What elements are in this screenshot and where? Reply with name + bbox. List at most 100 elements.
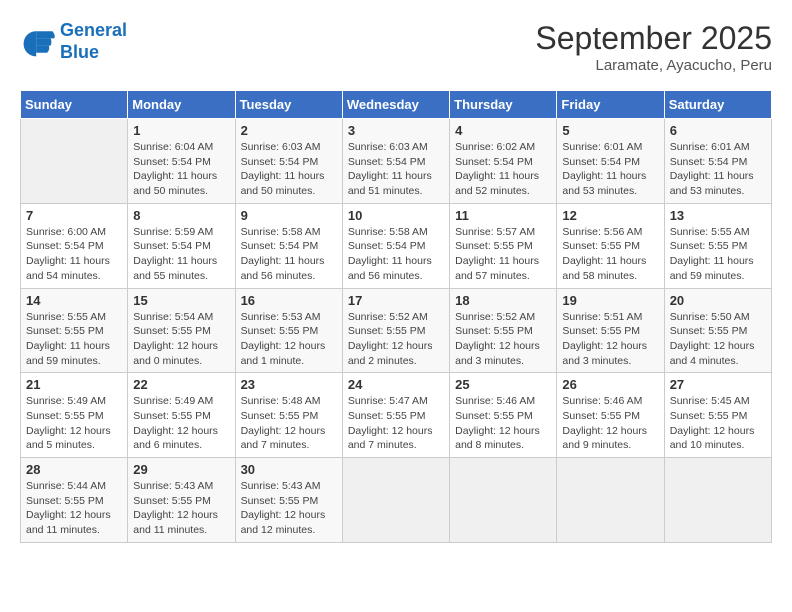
table-row: 30Sunrise: 5:43 AMSunset: 5:55 PMDayligh…	[235, 458, 342, 543]
day-info: Sunrise: 5:49 AMSunset: 5:55 PMDaylight:…	[133, 394, 229, 453]
table-row	[21, 119, 128, 204]
day-number: 9	[241, 208, 337, 223]
day-info: Sunrise: 5:43 AMSunset: 5:55 PMDaylight:…	[133, 479, 229, 538]
day-info: Sunrise: 5:59 AMSunset: 5:54 PMDaylight:…	[133, 225, 229, 284]
day-info: Sunrise: 6:03 AMSunset: 5:54 PMDaylight:…	[241, 140, 337, 199]
day-info: Sunrise: 5:55 AMSunset: 5:55 PMDaylight:…	[670, 225, 766, 284]
weekday-header-wednesday: Wednesday	[342, 91, 449, 119]
subtitle: Laramate, Ayacucho, Peru	[535, 57, 772, 74]
day-info: Sunrise: 5:45 AMSunset: 5:55 PMDaylight:…	[670, 394, 766, 453]
table-row: 15 Sunrise: 5:54 AMSunset: 5:55 PMDayligh…	[128, 288, 235, 373]
day-number: 2	[241, 123, 337, 138]
weekday-header-sunday: Sunday	[21, 91, 128, 119]
table-row: 21 Sunrise: 5:49 AMSunset: 5:55 PMDayligh…	[21, 373, 128, 458]
day-info: Sunrise: 6:01 AMSunset: 5:54 PMDaylight:…	[670, 140, 766, 199]
table-row: 28 Sunrise: 5:44 AMSunset: 5:55 PMDayligh…	[21, 458, 128, 543]
table-row: 5 Sunrise: 6:01 AMSunset: 5:54 PMDaylight…	[557, 119, 664, 204]
table-row: 11Sunrise: 5:57 AMSunset: 5:55 PMDayligh…	[450, 203, 557, 288]
table-row: 2 Sunrise: 6:03 AMSunset: 5:54 PMDaylight…	[235, 119, 342, 204]
table-row: 6 Sunrise: 6:01 AMSunset: 5:54 PMDaylight…	[664, 119, 771, 204]
day-info: Sunrise: 6:00 AMSunset: 5:54 PMDaylight:…	[26, 225, 122, 284]
day-number: 11	[455, 208, 551, 223]
calendar-week-1: 1 Sunrise: 6:04 AMSunset: 5:54 PMDaylight…	[21, 119, 772, 204]
calendar-week-5: 28 Sunrise: 5:44 AMSunset: 5:55 PMDayligh…	[21, 458, 772, 543]
table-row: 26 Sunrise: 5:46 AMSunset: 5:55 PMDayligh…	[557, 373, 664, 458]
title-block: September 2025 Laramate, Ayacucho, Peru	[535, 20, 772, 74]
day-number: 1	[133, 123, 229, 138]
table-row: 13 Sunrise: 5:55 AMSunset: 5:55 PMDayligh…	[664, 203, 771, 288]
table-row: 4Sunrise: 6:02 AMSunset: 5:54 PMDaylight…	[450, 119, 557, 204]
table-row: 20 Sunrise: 5:50 AMSunset: 5:55 PMDayligh…	[664, 288, 771, 373]
day-info: Sunrise: 5:46 AMSunset: 5:55 PMDaylight:…	[562, 394, 658, 453]
table-row: 7 Sunrise: 6:00 AMSunset: 5:54 PMDaylight…	[21, 203, 128, 288]
day-info: Sunrise: 5:48 AMSunset: 5:55 PMDaylight:…	[241, 394, 337, 453]
day-number: 6	[670, 123, 766, 138]
day-info: Sunrise: 6:04 AMSunset: 5:54 PMDaylight:…	[133, 140, 229, 199]
day-info: Sunrise: 5:47 AMSunset: 5:55 PMDaylight:…	[348, 394, 444, 453]
weekday-header-monday: Monday	[128, 91, 235, 119]
weekday-header-tuesday: Tuesday	[235, 91, 342, 119]
day-info: Sunrise: 5:52 AMSunset: 5:55 PMDaylight:…	[348, 310, 444, 369]
day-number: 18	[455, 293, 551, 308]
day-info: Sunrise: 5:51 AMSunset: 5:55 PMDaylight:…	[562, 310, 658, 369]
day-number: 13	[670, 208, 766, 223]
day-info: Sunrise: 6:01 AMSunset: 5:54 PMDaylight:…	[562, 140, 658, 199]
weekday-header-thursday: Thursday	[450, 91, 557, 119]
day-info: Sunrise: 5:43 AMSunset: 5:55 PMDaylight:…	[241, 479, 337, 538]
day-number: 20	[670, 293, 766, 308]
table-row: 14 Sunrise: 5:55 AMSunset: 5:55 PMDayligh…	[21, 288, 128, 373]
table-row: 23 Sunrise: 5:48 AMSunset: 5:55 PMDayligh…	[235, 373, 342, 458]
table-row: 25 Sunrise: 5:46 AMSunset: 5:55 PMDayligh…	[450, 373, 557, 458]
table-row: 16Sunrise: 5:53 AMSunset: 5:55 PMDayligh…	[235, 288, 342, 373]
day-number: 14	[26, 293, 122, 308]
day-info: Sunrise: 5:50 AMSunset: 5:55 PMDaylight:…	[670, 310, 766, 369]
calendar-table: SundayMondayTuesdayWednesdayThursdayFrid…	[20, 90, 772, 543]
weekday-header-saturday: Saturday	[664, 91, 771, 119]
day-number: 10	[348, 208, 444, 223]
day-info: Sunrise: 5:49 AMSunset: 5:55 PMDaylight:…	[26, 394, 122, 453]
day-number: 23	[241, 377, 337, 392]
day-info: Sunrise: 5:52 AMSunset: 5:55 PMDaylight:…	[455, 310, 551, 369]
table-row: 9Sunrise: 5:58 AMSunset: 5:54 PMDaylight…	[235, 203, 342, 288]
table-row: 22 Sunrise: 5:49 AMSunset: 5:55 PMDayligh…	[128, 373, 235, 458]
page-header: GeneralBlue September 2025 Laramate, Aya…	[20, 20, 772, 74]
day-number: 21	[26, 377, 122, 392]
day-info: Sunrise: 5:53 AMSunset: 5:55 PMDaylight:…	[241, 310, 337, 369]
day-info: Sunrise: 5:46 AMSunset: 5:55 PMDaylight:…	[455, 394, 551, 453]
month-title: September 2025	[535, 20, 772, 57]
table-row: 19 Sunrise: 5:51 AMSunset: 5:55 PMDayligh…	[557, 288, 664, 373]
table-row	[342, 458, 449, 543]
table-row: 27 Sunrise: 5:45 AMSunset: 5:55 PMDayligh…	[664, 373, 771, 458]
day-number: 19	[562, 293, 658, 308]
day-number: 7	[26, 208, 122, 223]
day-number: 3	[348, 123, 444, 138]
day-number: 5	[562, 123, 658, 138]
day-info: Sunrise: 5:55 AMSunset: 5:55 PMDaylight:…	[26, 310, 122, 369]
day-number: 25	[455, 377, 551, 392]
day-info: Sunrise: 5:54 AMSunset: 5:55 PMDaylight:…	[133, 310, 229, 369]
day-number: 15	[133, 293, 229, 308]
calendar-body: 1 Sunrise: 6:04 AMSunset: 5:54 PMDaylight…	[21, 119, 772, 543]
day-info: Sunrise: 6:03 AMSunset: 5:54 PMDaylight:…	[348, 140, 444, 199]
table-row	[664, 458, 771, 543]
day-number: 26	[562, 377, 658, 392]
day-number: 17	[348, 293, 444, 308]
logo-text: GeneralBlue	[60, 20, 127, 63]
table-row	[557, 458, 664, 543]
logo: GeneralBlue	[20, 20, 127, 63]
calendar-week-3: 14 Sunrise: 5:55 AMSunset: 5:55 PMDayligh…	[21, 288, 772, 373]
calendar-week-2: 7 Sunrise: 6:00 AMSunset: 5:54 PMDaylight…	[21, 203, 772, 288]
day-info: Sunrise: 5:44 AMSunset: 5:55 PMDaylight:…	[26, 479, 122, 538]
day-number: 24	[348, 377, 444, 392]
day-number: 28	[26, 462, 122, 477]
weekday-header-friday: Friday	[557, 91, 664, 119]
day-number: 22	[133, 377, 229, 392]
calendar-header-row: SundayMondayTuesdayWednesdayThursdayFrid…	[21, 91, 772, 119]
day-number: 4	[455, 123, 551, 138]
table-row: 17 Sunrise: 5:52 AMSunset: 5:55 PMDayligh…	[342, 288, 449, 373]
day-number: 8	[133, 208, 229, 223]
day-number: 29	[133, 462, 229, 477]
table-row: 3 Sunrise: 6:03 AMSunset: 5:54 PMDaylight…	[342, 119, 449, 204]
day-number: 27	[670, 377, 766, 392]
table-row: 12Sunrise: 5:56 AMSunset: 5:55 PMDayligh…	[557, 203, 664, 288]
